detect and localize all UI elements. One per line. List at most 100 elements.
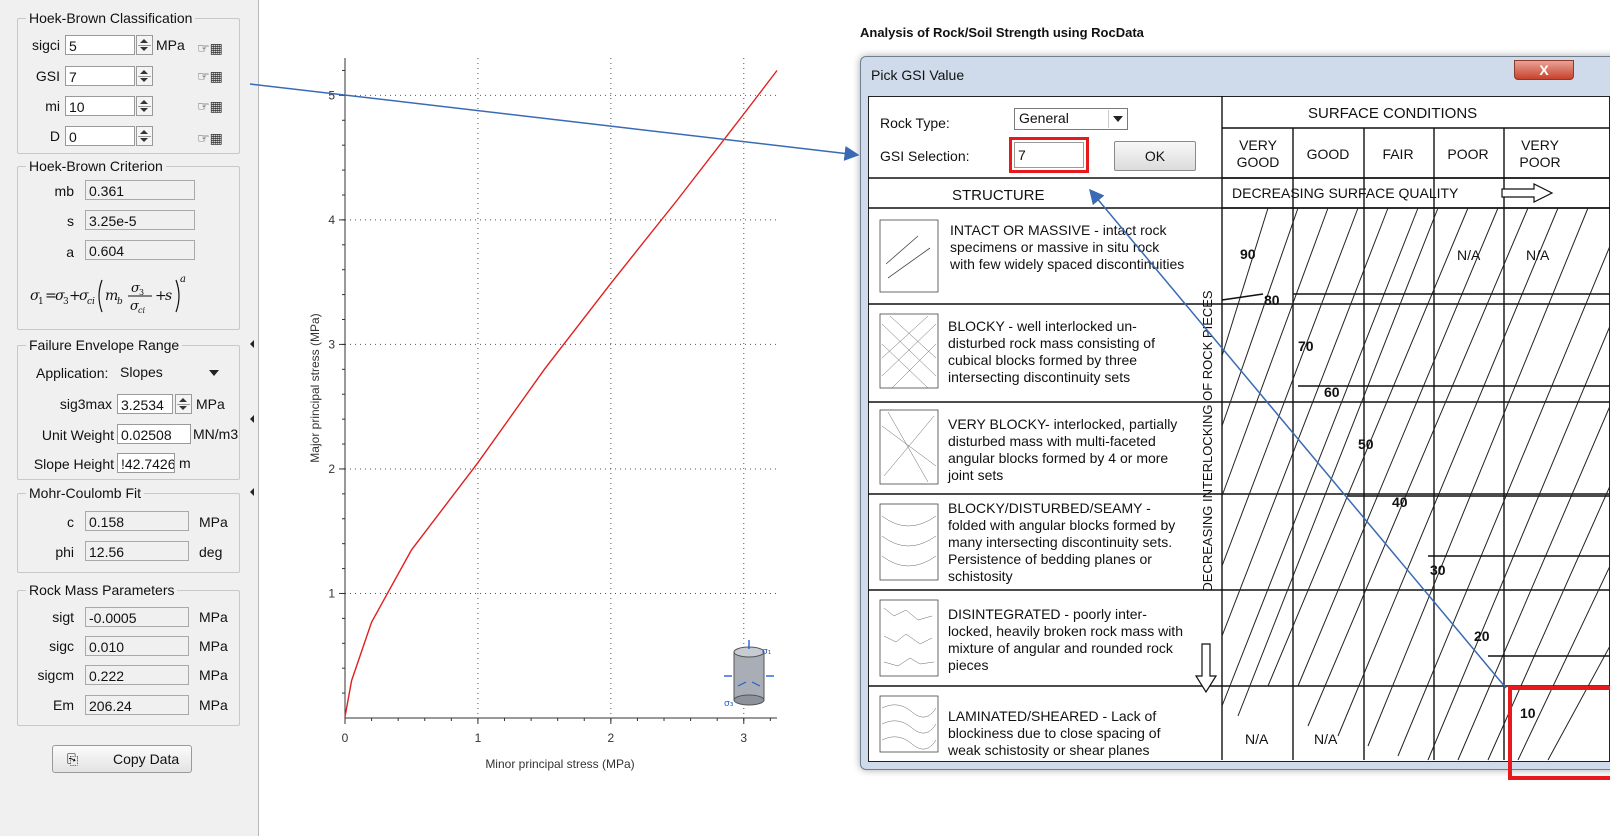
hoek-brown-formula: σ1 = σ3 + σci mb σ3 σ ci + s a — [30, 274, 186, 315]
na-label: N/A — [1457, 247, 1481, 263]
chart-grid — [345, 58, 777, 718]
stress-chart: 0 1 2 3 1 2 3 4 5 Minor principal stress (MPa) M… — [308, 58, 778, 771]
y-tick-label: 1 — [328, 586, 335, 600]
dialog-title: Pick GSI Value — [871, 67, 965, 83]
splitter-arrow-icon[interactable] — [250, 340, 254, 348]
phi-label: phi — [55, 544, 74, 560]
column-poor: POOR — [1447, 146, 1489, 162]
s-value: 3.25e-5 — [85, 210, 195, 230]
mi-input[interactable]: 10 — [65, 96, 135, 116]
x-tick-label: 0 — [342, 731, 349, 745]
decreasing-interlocking-label: DECREASING INTERLOCKING OF ROCK PIECES — [1200, 290, 1215, 592]
gsi-contours — [1221, 293, 1610, 657]
slope-height-unit: m — [179, 455, 191, 471]
splitter-arrow-icon[interactable] — [250, 415, 254, 423]
pick-d-hand-icon[interactable]: ☞▦ — [196, 128, 224, 148]
svg-text:ci: ci — [138, 306, 145, 315]
slope-height-input[interactable]: !42.7426 — [117, 453, 175, 473]
column-very-good: VERY GOOD — [1236, 137, 1280, 170]
group-title: Hoek-Brown Criterion — [26, 158, 166, 174]
column-good: GOOD — [1306, 146, 1350, 162]
gsi-label-60: 60 — [1324, 384, 1340, 400]
pick-gsi-hand-icon[interactable]: ☞▦ — [196, 66, 224, 86]
application-dropdown[interactable]: Slopes — [117, 362, 227, 384]
y-axis-label: Major principal stress (MPa) — [308, 313, 322, 462]
mi-spinner[interactable] — [136, 96, 153, 116]
chart-axes — [344, 58, 777, 719]
d-label: D — [49, 128, 60, 144]
group-title: Mohr-Coulomb Fit — [26, 485, 145, 501]
group-title: Failure Envelope Range — [26, 337, 183, 353]
sigc-unit: MPa — [199, 638, 228, 654]
pick-mi-hand-icon[interactable]: ☞▦ — [196, 96, 224, 116]
structure-laminated: LAMINATED/SHEARED - Lack of blockiness d… — [948, 708, 1161, 758]
structure-very-blocky: VERY BLOCKY- interlocked, partially dist… — [948, 416, 1178, 483]
em-label: Em — [53, 697, 74, 713]
phi-value: 12.56 — [85, 541, 189, 561]
gsi-label-30: 30 — [1430, 562, 1446, 578]
structure-intact: INTACT OR MASSIVE - intact rock specimen… — [950, 222, 1185, 272]
c-label: c — [67, 514, 74, 530]
unit-weight-input[interactable]: 0.02508 — [117, 424, 191, 444]
sig3max-spinner[interactable] — [175, 394, 192, 414]
sigci-spinner[interactable] — [136, 35, 153, 55]
sketch-texture — [881, 315, 937, 750]
y-tick-label: 5 — [328, 88, 335, 102]
slope-height-label: Slope Height — [33, 456, 114, 472]
gsi-spinner[interactable] — [136, 66, 153, 86]
structure-blocky-disturbed: BLOCKY/DISTURBED/SEAMY - folded with ang… — [948, 500, 1176, 584]
svg-text:1: 1 — [38, 297, 44, 307]
pick-hand-icon[interactable]: ☞▦ — [196, 38, 224, 58]
column-fair: FAIR — [1382, 146, 1414, 162]
c-value: 0.158 — [85, 511, 189, 531]
gsi-label-50: 50 — [1358, 436, 1374, 452]
svg-text:s: s — [165, 288, 172, 304]
gsi-input[interactable]: 7 — [65, 66, 135, 86]
surface-conditions-header: SURFACE CONDITIONS — [1308, 105, 1478, 122]
sigci-input[interactable]: 5 — [65, 35, 135, 55]
em-unit: MPa — [199, 697, 228, 713]
y-tick-label: 4 — [328, 213, 335, 227]
sig3max-label: sig3max — [59, 396, 112, 412]
x-tick-label: 1 — [475, 731, 482, 745]
sigc-label: sigc — [49, 638, 74, 654]
group-title: Hoek-Brown Classification — [26, 10, 196, 26]
na-label: N/A — [1314, 731, 1338, 747]
x-tick-label: 3 — [740, 731, 747, 745]
mi-label: mi — [45, 98, 60, 114]
gsi-label-20: 20 — [1474, 628, 1490, 644]
structure-sketches — [879, 219, 939, 753]
y-tick-label: 2 — [328, 462, 335, 476]
gsi-label-80: 80 — [1264, 292, 1280, 308]
na-label: N/A — [1245, 731, 1269, 747]
d-spinner[interactable] — [136, 126, 153, 146]
copy-data-button[interactable]: ⎘ Copy Data — [52, 745, 192, 773]
sig3max-unit: MPa — [196, 396, 225, 412]
c-unit: MPa — [199, 514, 228, 530]
structure-disintegrated: DISINTEGRATED - poorly inter-locked, hea… — [948, 606, 1183, 673]
sigcm-unit: MPa — [199, 667, 228, 683]
chart-ticks: 0 1 2 3 1 2 3 4 5 — [328, 69, 771, 745]
chevron-down-icon — [209, 370, 219, 376]
gsi-label: GSI — [35, 68, 60, 84]
svg-text:a: a — [180, 274, 186, 285]
y-tick-label: 3 — [328, 337, 335, 351]
structure-header: STRUCTURE — [952, 187, 1045, 204]
d-input[interactable]: 0 — [65, 126, 135, 146]
down-arrow-icon — [1194, 643, 1218, 694]
svg-text:σ₁: σ₁ — [762, 647, 772, 657]
phi-unit: deg — [199, 544, 223, 560]
em-value: 206.24 — [85, 695, 189, 715]
splitter-arrow-icon[interactable] — [250, 488, 254, 496]
sigt-value: -0.0005 — [85, 607, 189, 627]
close-button[interactable]: X — [1514, 60, 1574, 80]
application-value: Slopes — [120, 364, 163, 380]
sig3max-input[interactable]: 3.2534 — [117, 394, 173, 414]
a-label: a — [66, 244, 74, 260]
sigci-unit: MPa — [156, 37, 185, 53]
input-panel: Hoek-Brown Classification sigci 5 MPa ☞▦… — [0, 0, 259, 836]
svg-text:ci: ci — [87, 297, 95, 307]
mb-label: mb — [54, 183, 74, 199]
group-title: Rock Mass Parameters — [26, 582, 178, 598]
sigci-label: sigci — [31, 37, 60, 53]
